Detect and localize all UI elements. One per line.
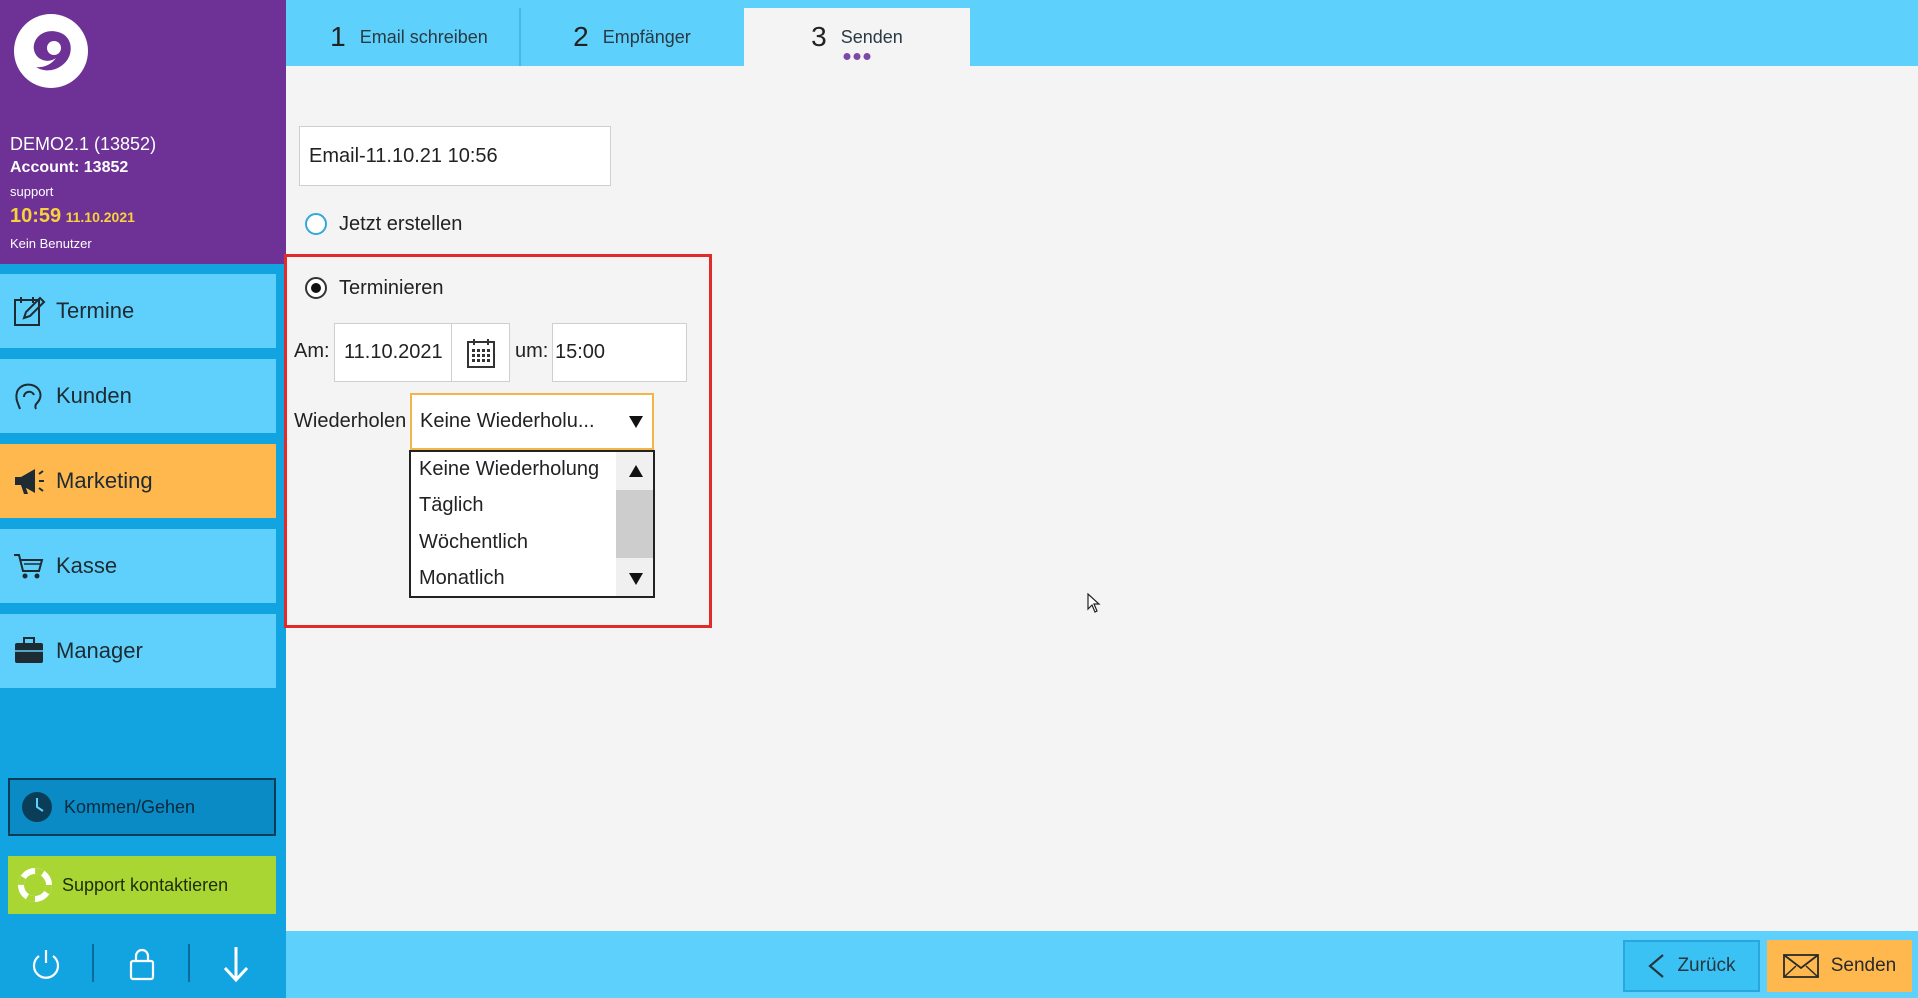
radio-jetzt-erstellen[interactable] — [305, 213, 327, 235]
nav-label: Kunden — [56, 383, 132, 408]
nav-label: Termine — [56, 298, 135, 323]
briefcase-icon — [15, 637, 43, 663]
nav-item-kunden[interactable]: Kunden — [0, 359, 276, 433]
option-monatlich[interactable]: Monatlich — [419, 567, 505, 590]
tab-label: Empfänger — [602, 26, 691, 47]
customer-head-icon — [15, 383, 42, 410]
option-woechentlich[interactable]: Wöchentlich — [419, 531, 528, 554]
repeat-dropdown-list: Keine Wiederholung Täglich Wöchentlich M… — [409, 450, 655, 598]
power-icon[interactable] — [16, 940, 76, 988]
tab-email-schreiben[interactable]: 1 Email schreiben — [299, 8, 519, 66]
nav-item-termine[interactable]: Termine — [0, 274, 276, 348]
nav-label: Manager — [56, 638, 143, 663]
account-number: Account: 13852 — [10, 159, 129, 176]
radio-terminieren[interactable] — [305, 277, 327, 299]
support-button[interactable]: Support kontaktieren — [8, 856, 276, 914]
calendar-edit-icon — [14, 296, 46, 326]
nav-item-manager[interactable]: Manager — [0, 614, 276, 688]
date-input[interactable]: 11.10.2021 — [334, 323, 452, 382]
account-name: DEMO2.1 (13852) — [10, 134, 157, 154]
scroll-up-icon[interactable] — [629, 464, 643, 482]
back-label: Zurück — [1677, 955, 1736, 976]
repeat-label: Wiederholen — [294, 410, 407, 432]
option-keine-wiederholung[interactable]: Keine Wiederholung — [419, 458, 599, 481]
mouse-cursor-icon — [1087, 592, 1101, 618]
kommen-gehen-label: Kommen/Gehen — [64, 796, 196, 817]
lock-icon[interactable] — [112, 940, 172, 988]
repeat-select[interactable]: Keine Wiederholu... — [410, 393, 654, 450]
send-label: Senden — [1830, 955, 1897, 976]
megaphone-icon — [15, 469, 44, 494]
tab-label: Email schreiben — [359, 26, 488, 47]
tab-number: 3 — [811, 21, 827, 52]
current-date: 11.10.2021 — [65, 209, 135, 225]
tab-senden[interactable]: 3 Senden — [744, 8, 970, 66]
shopping-cart-icon — [14, 554, 44, 579]
radio-label-jetzt: Jetzt erstellen — [339, 213, 463, 235]
email-name-input[interactable]: Email-11.10.21 10:56 — [299, 126, 611, 186]
tab-number: 1 — [330, 21, 346, 52]
dropdown-arrow-icon — [629, 415, 643, 428]
current-time: 10:59 — [10, 205, 62, 227]
option-taeglich[interactable]: Täglich — [419, 494, 483, 517]
chevron-left-icon — [1648, 954, 1665, 978]
repeat-selected-value: Keine Wiederholu... — [420, 410, 595, 432]
scroll-down-icon[interactable] — [629, 572, 643, 590]
divider — [92, 944, 94, 982]
user-role: support — [10, 184, 54, 199]
clock-icon — [22, 792, 52, 822]
date-label: Am: — [294, 340, 330, 362]
nav-label: Kasse — [56, 553, 118, 578]
nav-item-kasse[interactable]: Kasse — [0, 529, 276, 603]
time-label: um: — [515, 340, 549, 362]
time-input[interactable]: 15:00 — [552, 323, 687, 382]
lifebuoy-icon — [18, 868, 52, 902]
tab-empfaenger[interactable]: 2 Empfänger — [521, 8, 743, 66]
tab-label: Senden — [840, 26, 903, 47]
tab-number: 2 — [573, 21, 589, 52]
current-datetime: 10:59 11.10.2021 — [10, 205, 135, 228]
calendar-picker-button[interactable] — [451, 323, 510, 382]
nav-label: Marketing — [56, 468, 153, 493]
radio-label-terminieren: Terminieren — [339, 277, 444, 299]
app-logo-icon — [14, 14, 88, 88]
dropdown-scrollbar-thumb[interactable] — [616, 490, 653, 558]
envelope-icon — [1782, 954, 1819, 978]
back-button[interactable]: Zurück — [1623, 940, 1760, 992]
divider — [188, 944, 190, 982]
kommen-gehen-button[interactable]: Kommen/Gehen — [8, 778, 276, 836]
nav-item-marketing[interactable]: Marketing — [0, 444, 276, 518]
support-label: Support kontaktieren — [62, 874, 229, 895]
user-status: Kein Benutzer — [10, 236, 92, 251]
send-button[interactable]: Senden — [1767, 940, 1912, 992]
active-step-dots — [843, 53, 871, 60]
calendar-icon — [466, 338, 495, 368]
arrow-down-icon[interactable] — [206, 940, 266, 988]
